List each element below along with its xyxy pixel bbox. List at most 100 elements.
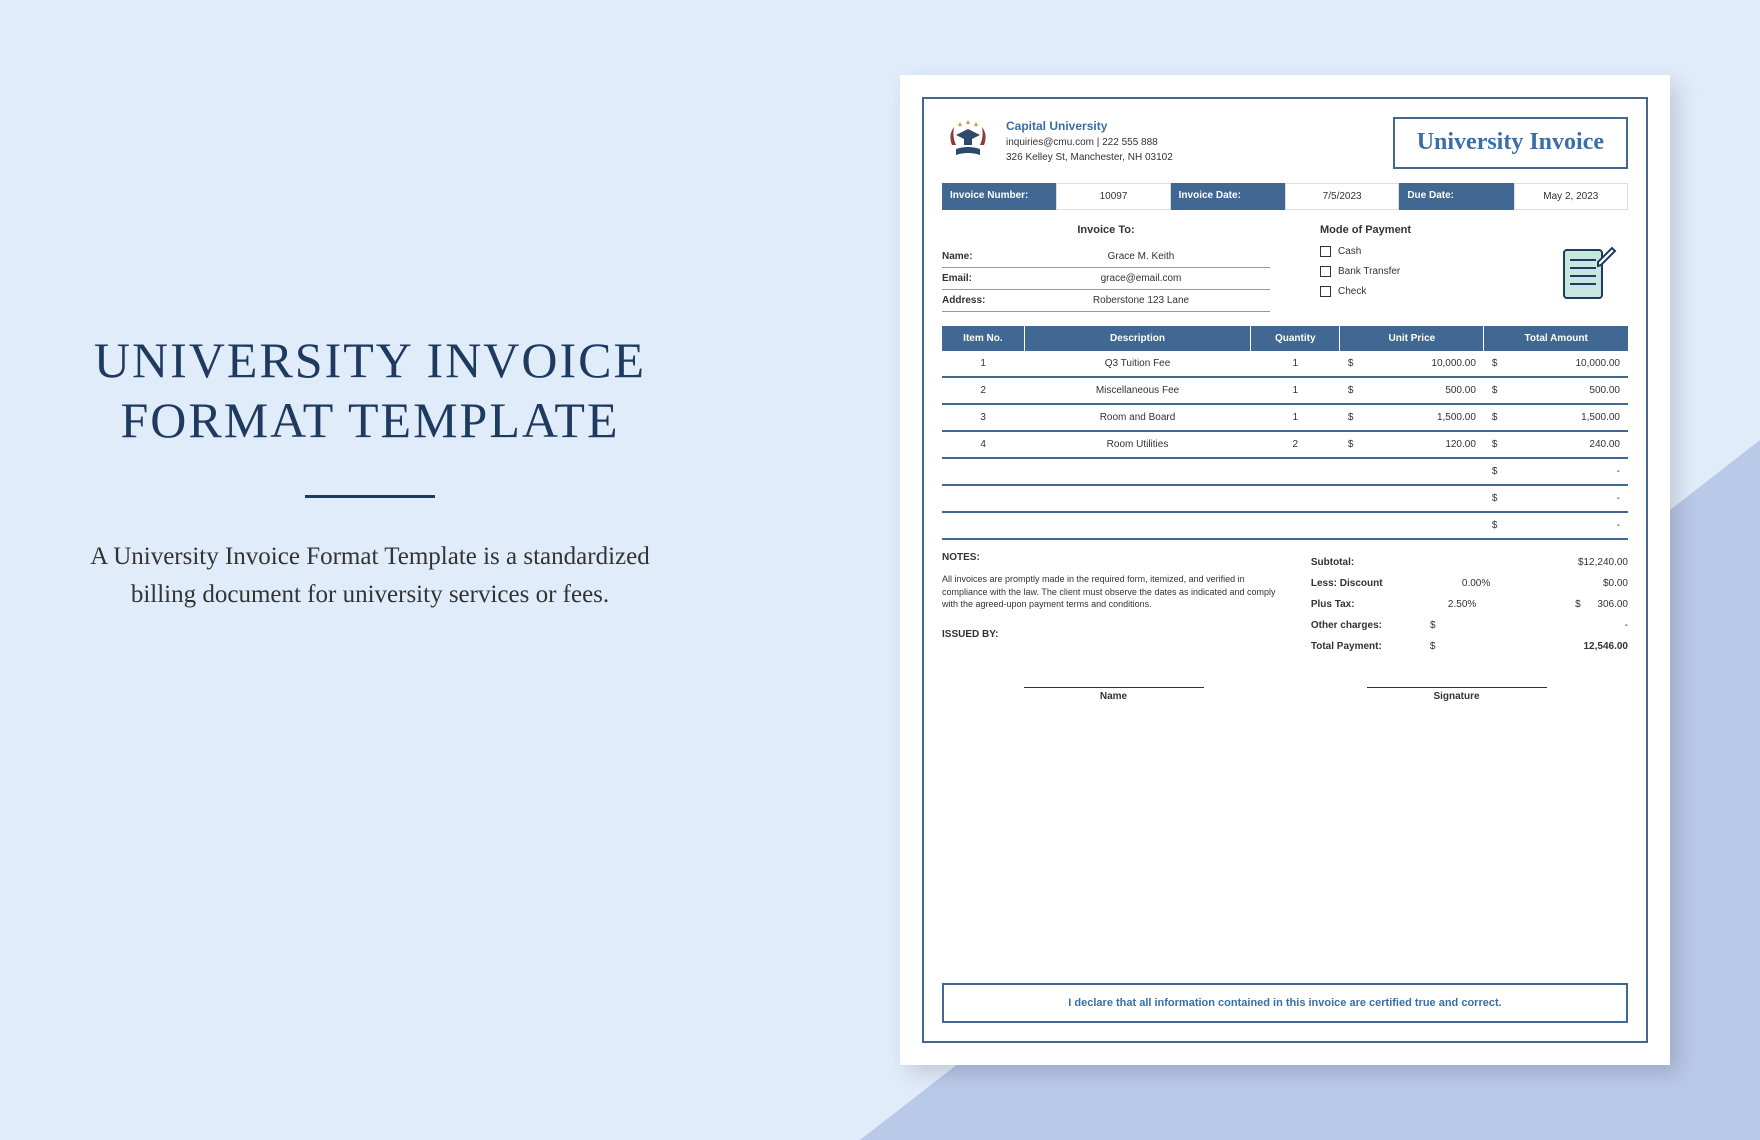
title-line-2: FORMAT TEMPLATE [120,392,619,448]
table-row: 1Q3 Tuition Fee1$10,000.00$10,000.00 [942,351,1628,377]
invoice-to-block: Invoice To: Name: Grace M. Keith Email: … [942,224,1270,312]
invoice-header: Capital University inquiries@cmu.com | 2… [942,117,1628,169]
table-row-empty: $- [942,512,1628,539]
page-title: UNIVERSITY INVOICE FORMAT TEMPLATE [90,330,650,450]
cell-desc: Room Utilities [1024,431,1250,458]
payment-option-label: Cash [1338,246,1361,257]
total-label: Total Payment: [1311,641,1382,652]
name-value: Grace M. Keith [1012,251,1270,262]
items-table-head: Item No. Description Quantity Unit Price… [942,326,1628,351]
invoice-number-label: Invoice Number: [942,183,1056,210]
cell-qty: 2 [1251,431,1340,458]
table-row: 4Room Utilities2$120.00$240.00 [942,431,1628,458]
subtotal-label: Subtotal: [1311,557,1354,568]
invoice-meta-row: Invoice Number: 10097 Invoice Date: 7/5/… [942,183,1628,210]
title-divider [305,495,435,498]
cell-cur: $ [1484,485,1521,512]
invoice-number-value: 10097 [1056,183,1170,210]
invoice-to-address-row: Address: Roberstone 123 Lane [942,290,1270,312]
due-date-label: Due Date: [1399,183,1513,210]
cell-desc: Miscellaneous Fee [1024,377,1250,404]
table-row: 3Room and Board1$1,500.00$1,500.00 [942,404,1628,431]
university-logo-icon [942,117,994,169]
col-description: Description [1024,326,1250,351]
cell-qty: 1 [1251,351,1340,377]
cell-price: 1,500.00 [1377,404,1484,431]
due-date-value: May 2, 2023 [1514,183,1628,210]
table-row: 2Miscellaneous Fee1$500.00$500.00 [942,377,1628,404]
payment-mode-block: Mode of Payment Cash Bank Transfer Check [1300,224,1628,312]
discount-value: $0.00 [1538,578,1628,589]
checkbox-icon [1320,286,1331,297]
invoice-date-value: 7/5/2023 [1285,183,1399,210]
cell-empty: - [1521,512,1628,539]
cell-cur: $ [1484,512,1521,539]
signature-signature-label: Signature [1367,687,1547,702]
university-name: Capital University [1006,117,1173,135]
col-quantity: Quantity [1251,326,1340,351]
cell-cur: $ [1340,431,1377,458]
cell-item-no: 2 [942,377,1024,404]
cell-item-no: 4 [942,431,1024,458]
payment-option-label: Check [1338,286,1366,297]
cell-desc: Q3 Tuition Fee [1024,351,1250,377]
university-info: Capital University inquiries@cmu.com | 2… [942,117,1173,169]
other-charges-row: Other charges: $ - [1311,615,1628,636]
signature-row: Name Signature [942,687,1628,702]
table-row-empty: $- [942,485,1628,512]
notes-text: All invoices are promptly made in the re… [942,573,1291,611]
items-table: Item No. Description Quantity Unit Price… [942,326,1628,540]
university-text: Capital University inquiries@cmu.com | 2… [1006,117,1173,169]
total-payment-row: Total Payment:$12,546.00 [1311,636,1628,657]
name-label: Name: [942,251,1012,262]
total-value: 12,546.00 [1538,641,1628,652]
notepad-icon [1558,244,1618,304]
cell-cur: $ [1484,431,1521,458]
notes-title: NOTES: [942,552,1291,563]
email-value: grace@email.com [1012,273,1270,284]
totals-column: Subtotal: $12,240.00 Less: Discount 0.00% $… [1311,552,1628,657]
payment-mode-title: Mode of Payment [1320,224,1628,236]
subtotal-row: Subtotal: $12,240.00 [1311,552,1628,573]
signature-signature: Signature [1367,687,1547,702]
cell-empty: - [1521,485,1628,512]
invoice-border: Capital University inquiries@cmu.com | 2… [922,97,1648,1043]
other-cur: $ [1430,620,1490,631]
cell-total: 500.00 [1521,377,1628,404]
table-row-empty: $- [942,458,1628,485]
items-table-body: 1Q3 Tuition Fee1$10,000.00$10,000.002Mis… [942,351,1628,539]
invoice-date-label: Invoice Date: [1171,183,1285,210]
cell-qty: 1 [1251,377,1340,404]
discount-label: Less: Discount [1311,578,1383,589]
cell-item-no: 3 [942,404,1024,431]
cell-qty: 1 [1251,404,1340,431]
discount-row: Less: Discount 0.00% $0.00 [1311,573,1628,594]
invoice-title: University Invoice [1393,117,1628,169]
checkbox-icon [1320,266,1331,277]
tax-value: $ 306.00 [1538,599,1628,610]
discount-pct: 0.00% [1430,578,1490,589]
cell-cur: $ [1484,404,1521,431]
cell-empty: - [1521,458,1628,485]
invoice-document: Capital University inquiries@cmu.com | 2… [900,75,1670,1065]
cell-total: 1,500.00 [1521,404,1628,431]
university-contact: inquiries@cmu.com | 222 555 888 [1006,135,1173,150]
other-value: - [1538,620,1628,631]
subtotal-value: $12,240.00 [1538,557,1628,568]
cell-price: 120.00 [1377,431,1484,458]
payment-option-label: Bank Transfer [1338,266,1400,277]
title-line-1: UNIVERSITY INVOICE [94,332,646,388]
address-label: Address: [942,295,1012,306]
cell-cur: $ [1484,377,1521,404]
cell-cur: $ [1484,351,1521,377]
cell-total: 10,000.00 [1521,351,1628,377]
other-label: Other charges: [1311,620,1382,631]
cell-cur: $ [1340,404,1377,431]
col-total: Total Amount [1484,326,1628,351]
cell-total: 240.00 [1521,431,1628,458]
cell-desc: Room and Board [1024,404,1250,431]
declaration-box: I declare that all information contained… [942,983,1628,1023]
tax-pct: 2.50% [1416,599,1476,610]
cell-cur: $ [1340,377,1377,404]
col-item-no: Item No. [942,326,1024,351]
